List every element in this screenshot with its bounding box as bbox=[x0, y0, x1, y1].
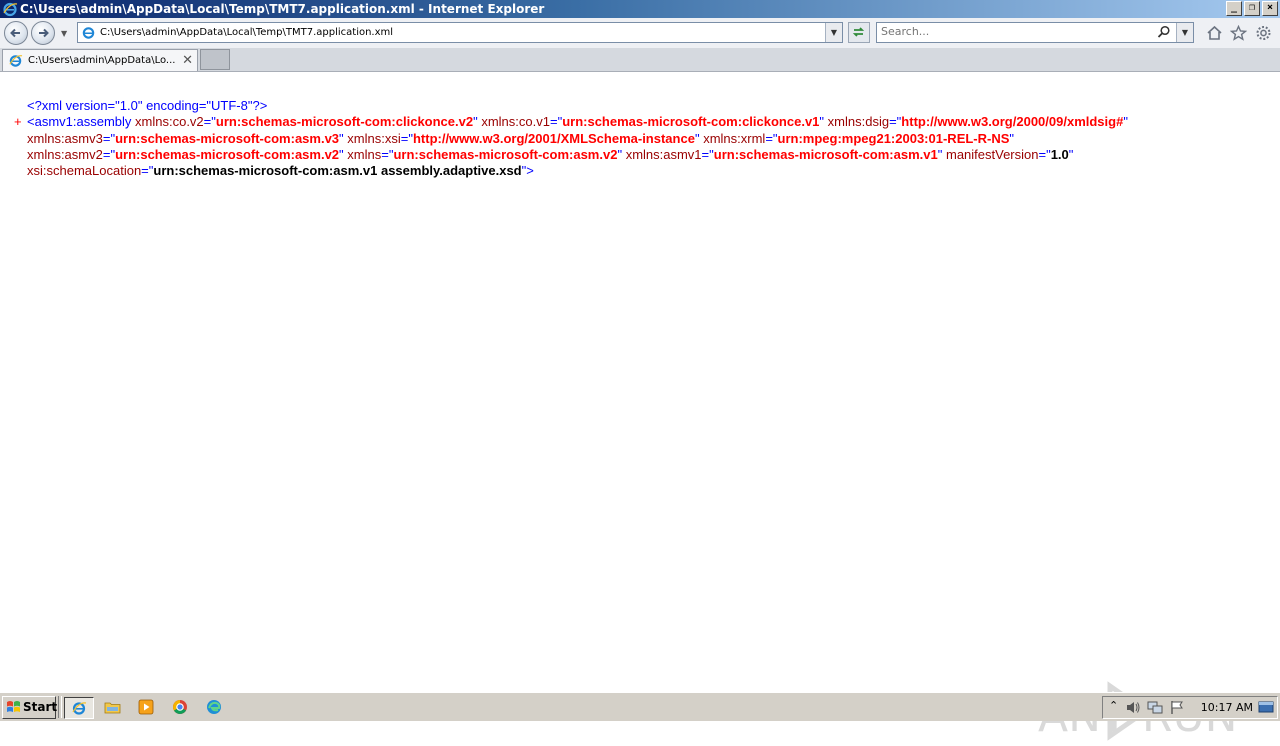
refresh-icon bbox=[852, 27, 865, 37]
xml-attribute: xmlns:asmv3="urn:schemas-microsoft-com:a… bbox=[27, 130, 344, 146]
taskbar-edge[interactable] bbox=[200, 697, 228, 717]
new-tab-button[interactable] bbox=[200, 49, 230, 70]
home-icon[interactable] bbox=[1206, 25, 1223, 41]
folder-icon bbox=[104, 702, 121, 714]
refresh-button[interactable] bbox=[848, 22, 870, 43]
xml-attribute: xmlns:asmv2="urn:schemas-microsoft-com:a… bbox=[27, 146, 344, 162]
clock[interactable]: 10:17 AM bbox=[1201, 697, 1253, 718]
address-text[interactable]: C:\Users\admin\AppData\Local\Temp\TMT7.a… bbox=[100, 23, 393, 42]
chrome-icon bbox=[173, 700, 187, 714]
xml-attribute: xmlns:asmv1="urn:schemas-microsoft-com:a… bbox=[625, 146, 943, 162]
taskbar: Start ⌃ 10:17 AM bbox=[0, 692, 1280, 721]
show-hidden-icons-icon[interactable]: ⌃ bbox=[1109, 699, 1118, 712]
ie-page-icon bbox=[82, 27, 95, 39]
xml-attribute: xmlns:co.v2="urn:schemas-microsoft-com:c… bbox=[135, 114, 478, 130]
address-dropdown-button[interactable]: ▼ bbox=[825, 23, 842, 42]
xml-document: <?xml version="1.0" encoding="UTF-8"?> +… bbox=[14, 98, 1224, 179]
start-label: Start bbox=[23, 700, 58, 714]
network-icon[interactable] bbox=[1147, 700, 1163, 715]
page-content: <?xml version="1.0" encoding="UTF-8"?> +… bbox=[0, 72, 1280, 742]
xml-attribute: manifestVersion="1.0" bbox=[945, 146, 1074, 162]
taskbar-file-explorer[interactable] bbox=[98, 697, 126, 717]
xml-attribute: xmlns:xrml="urn:mpeg:mpeg21:2003:01-REL-… bbox=[703, 130, 1015, 146]
xml-element-assembly: + <asmv1:assembly xmlns:co.v2="urn:schem… bbox=[14, 114, 1128, 179]
search-box[interactable]: ▼ bbox=[876, 22, 1194, 43]
favorites-star-icon[interactable] bbox=[1230, 25, 1247, 41]
xml-attribute: xmlns:co.v1="urn:schemas-microsoft-com:c… bbox=[481, 114, 825, 130]
tab-label: C:\Users\admin\AppData\Lo... bbox=[28, 55, 176, 66]
tab-xml-file[interactable]: C:\Users\admin\AppData\Lo... ✕ bbox=[2, 49, 198, 71]
taskbar-chrome[interactable] bbox=[166, 697, 194, 717]
taskbar-separator bbox=[58, 696, 62, 718]
element-tag-name: asmv1:assembly bbox=[34, 114, 132, 130]
xml-declaration: <?xml version="1.0" encoding="UTF-8"?> bbox=[27, 98, 268, 113]
close-button[interactable]: × bbox=[1262, 1, 1278, 16]
minimize-button[interactable]: _ bbox=[1226, 1, 1242, 16]
volume-icon[interactable] bbox=[1125, 700, 1141, 715]
show-desktop-icon[interactable] bbox=[1258, 700, 1274, 714]
windows-logo-icon bbox=[7, 701, 20, 712]
start-button[interactable]: Start bbox=[2, 696, 58, 719]
edge-icon bbox=[207, 700, 221, 714]
restore-button[interactable]: ❐ bbox=[1244, 1, 1260, 16]
collapse-toggle[interactable]: + bbox=[14, 114, 22, 130]
forward-arrow-icon bbox=[39, 28, 49, 38]
xml-attribute: xsi:schemaLocation="urn:schemas-microsof… bbox=[27, 163, 534, 179]
action-center-flag-icon[interactable] bbox=[1169, 700, 1185, 715]
settings-gear-icon[interactable] bbox=[1255, 25, 1272, 41]
xml-attribute: xmlns:xsi="http://www.w3.org/2001/XMLSch… bbox=[347, 130, 700, 146]
window-title: C:\Users\admin\AppData\Local\Temp\TMT7.a… bbox=[20, 2, 545, 16]
search-icon[interactable] bbox=[1157, 25, 1171, 39]
tab-bar: C:\Users\admin\AppData\Lo... ✕ bbox=[0, 48, 1280, 72]
ie-tab-icon bbox=[9, 55, 23, 67]
search-dropdown-button[interactable]: ▼ bbox=[1176, 23, 1193, 42]
system-tray: ⌃ 10:17 AM bbox=[1102, 696, 1278, 719]
search-input[interactable] bbox=[879, 24, 1153, 39]
xml-attribute: xmlns="urn:schemas-microsoft-com:asm.v2" bbox=[347, 146, 623, 162]
address-bar[interactable]: C:\Users\admin\AppData\Local\Temp\TMT7.a… bbox=[77, 22, 843, 43]
navigation-bar: ▼ C:\Users\admin\AppData\Local\Temp\TMT7… bbox=[0, 18, 1280, 49]
tab-close-icon[interactable]: ✕ bbox=[182, 50, 193, 71]
title-bar[interactable]: C:\Users\admin\AppData\Local\Temp\TMT7.a… bbox=[0, 0, 1280, 18]
taskbar-internet-explorer[interactable] bbox=[64, 697, 94, 719]
back-button[interactable] bbox=[4, 21, 28, 45]
forward-button[interactable] bbox=[31, 21, 55, 45]
history-dropdown-icon[interactable]: ▼ bbox=[61, 29, 67, 38]
ie-taskbar-icon bbox=[72, 702, 87, 715]
ie-app-icon bbox=[3, 2, 18, 17]
xml-attribute: xmlns:dsig="http://www.w3.org/2000/09/xm… bbox=[827, 114, 1128, 130]
taskbar-media-player[interactable] bbox=[132, 697, 160, 717]
media-player-icon bbox=[138, 699, 154, 715]
back-arrow-icon bbox=[10, 28, 20, 38]
